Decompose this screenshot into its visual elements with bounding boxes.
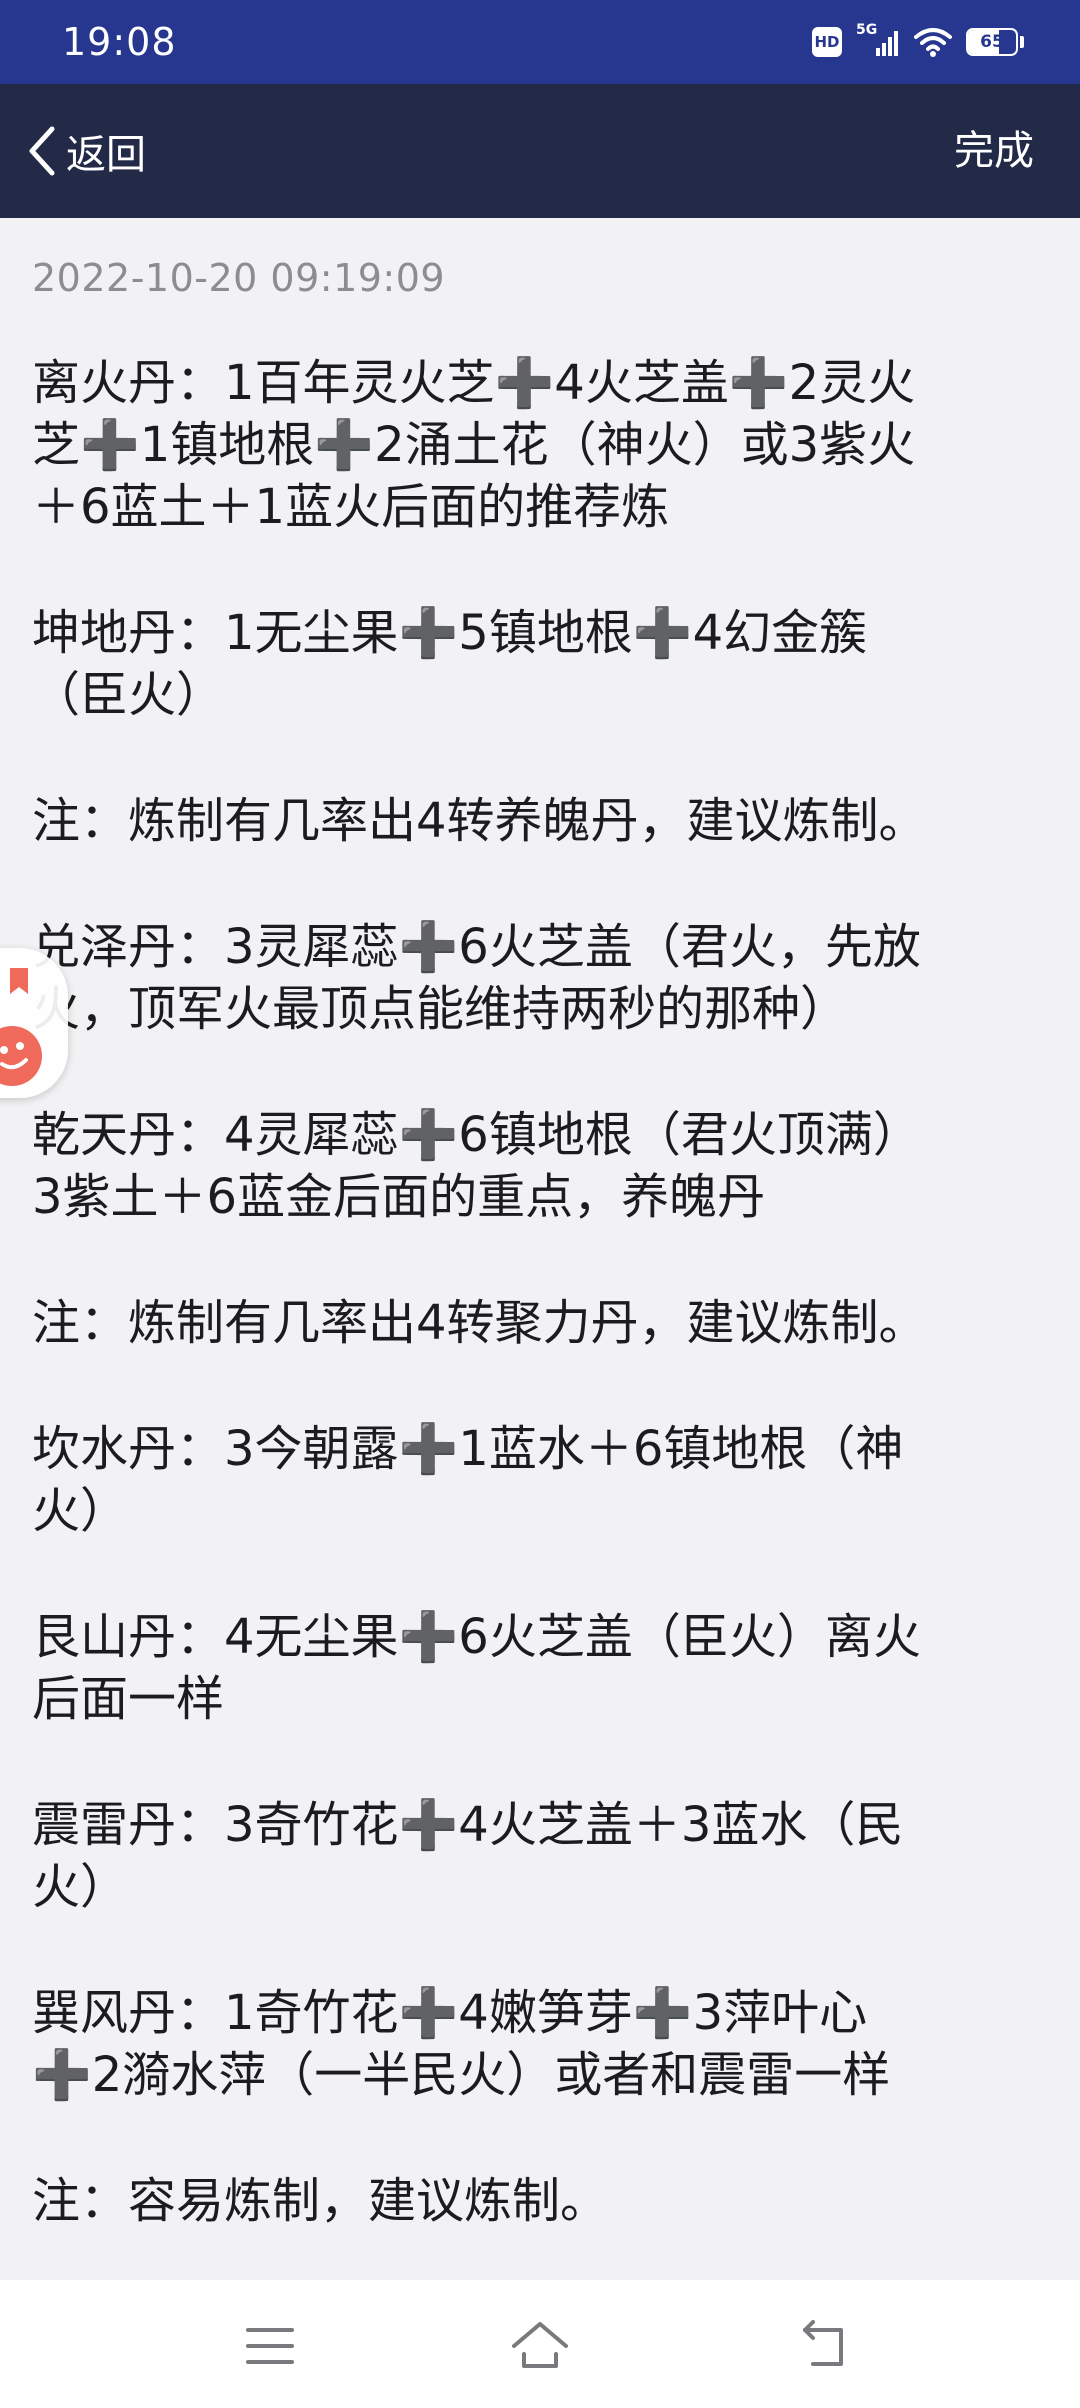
menu-icon — [246, 2328, 294, 2364]
system-nav-bar — [0, 2280, 1080, 2408]
network-type-label: 5G — [856, 22, 878, 38]
text-line: 震雷丹：3奇竹花➕4火芝盖＋3蓝水（民 — [32, 1797, 904, 1853]
nav-bar: 返回 完成 — [0, 84, 1080, 218]
paragraph-note-3: 注：容易炼制，建议炼制。 — [32, 2170, 1052, 2232]
text-line: 注：炼制有几率出4转聚力丹，建议炼制。 — [32, 1295, 927, 1351]
text-line: 火） — [32, 1483, 129, 1539]
back-nav-button[interactable] — [795, 2316, 855, 2376]
text-line: 艮山丹：4无尘果➕6火芝盖（臣火）离火 — [32, 1609, 921, 1665]
text-line: 坤地丹：1无尘果➕5镇地根➕4幻金簇 — [32, 605, 868, 661]
home-icon — [512, 2322, 568, 2368]
status-bar: 19:08 HD 5G 65 — [0, 0, 1080, 84]
battery-cap — [1020, 36, 1024, 48]
text-line: 后面一样 — [32, 1671, 225, 1727]
text-line: 兑泽丹：3灵犀蕊➕6火芝盖（君火，先放 — [32, 919, 921, 975]
paragraph-note-1: 注：炼制有几率出4转养魄丹，建议炼制。 — [32, 790, 1052, 852]
menu-button[interactable] — [240, 2316, 300, 2376]
text-line: 3紫土＋6蓝金后面的重点，养魄丹 — [32, 1169, 766, 1225]
text-line: ＋6蓝土＋1蓝火后面的推荐炼 — [32, 479, 670, 535]
floating-assistant-icon — [0, 968, 42, 1086]
wifi-icon — [914, 28, 952, 57]
text-line: 坎水丹：3今朝露➕1蓝水＋6镇地根（神 — [32, 1421, 904, 1477]
cellular-signal-icon: 5G — [856, 22, 900, 60]
text-line: 注：容易炼制，建议炼制。 — [32, 2173, 609, 2229]
text-line: 乾天丹：4灵犀蕊➕6镇地根（君火顶满） — [32, 1107, 921, 1163]
status-icons: HD 5G 65 — [812, 22, 1024, 62]
battery-level: 65 — [980, 32, 1004, 52]
battery-icon: 65 — [966, 28, 1018, 56]
floating-assistant-button[interactable] — [0, 948, 68, 1098]
note-body[interactable]: 离火丹：1百年灵火芝➕4火芝盖➕2灵火 芝➕1镇地根➕2涌土花（神火）或3紫火 … — [32, 352, 1052, 2280]
text-line: （臣火） — [32, 667, 225, 723]
paragraph-genshan-dan: 艮山丹：4无尘果➕6火芝盖（臣火）离火 后面一样 — [32, 1606, 1052, 1730]
paragraph-duize-dan: 兑泽丹：3灵犀蕊➕6火芝盖（君火，先放 火，顶军火最顶点能维持两秒的那种） — [32, 916, 1052, 1040]
paragraph-xunfeng-dan: 巽风丹：1奇竹花➕4嫩笋芽➕3萍叶心 ➕2漪水萍（一半民火）或者和震雷一样 — [32, 1982, 1052, 2106]
paragraph-qiantian-dan: 乾天丹：4灵犀蕊➕6镇地根（君火顶满） 3紫土＋6蓝金后面的重点，养魄丹 — [32, 1104, 1052, 1228]
text-line: ➕2漪水萍（一半民火）或者和震雷一样 — [32, 2047, 891, 2103]
home-button[interactable] — [510, 2316, 570, 2376]
back-label: 返回 — [66, 132, 146, 178]
paragraph-note-2: 注：炼制有几率出4转聚力丹，建议炼制。 — [32, 1292, 1052, 1354]
paragraph-zhenlei-dan: 震雷丹：3奇竹花➕4火芝盖＋3蓝水（民 火） — [32, 1794, 1052, 1918]
paragraph-kundi-dan: 坤地丹：1无尘果➕5镇地根➕4幻金簇 （臣火） — [32, 602, 1052, 726]
note-content[interactable]: 2022-10-20 09:19:09 离火丹：1百年灵火芝➕4火芝盖➕2灵火 … — [0, 218, 1080, 2280]
back-nav-icon — [803, 2320, 843, 2366]
done-button[interactable]: 完成 — [954, 118, 1034, 184]
chevron-left-icon — [29, 126, 55, 176]
text-line: 火） — [32, 1859, 129, 1915]
text-line: 巽风丹：1奇竹花➕4嫩笋芽➕3萍叶心 — [32, 1985, 868, 2041]
text-line: 芝➕1镇地根➕2涌土花（神火）或3紫火 — [32, 417, 916, 473]
hd-icon: HD — [812, 27, 842, 57]
note-timestamp: 2022-10-20 09:19:09 — [32, 256, 446, 300]
paragraph-kanshui-dan: 坎水丹：3今朝露➕1蓝水＋6镇地根（神 火） — [32, 1418, 1052, 1542]
text-line: 离火丹：1百年灵火芝➕4火芝盖➕2灵火 — [32, 355, 916, 411]
text-line: 注：炼制有几率出4转养魄丹，建议炼制。 — [32, 793, 927, 849]
paragraph-lihuo-dan: 离火丹：1百年灵火芝➕4火芝盖➕2灵火 芝➕1镇地根➕2涌土花（神火）或3紫火 … — [32, 352, 1052, 538]
status-time: 19:08 — [62, 20, 177, 64]
text-line: 火，顶军火最顶点能维持两秒的那种） — [32, 981, 849, 1037]
back-button[interactable]: 返回 — [24, 118, 146, 184]
